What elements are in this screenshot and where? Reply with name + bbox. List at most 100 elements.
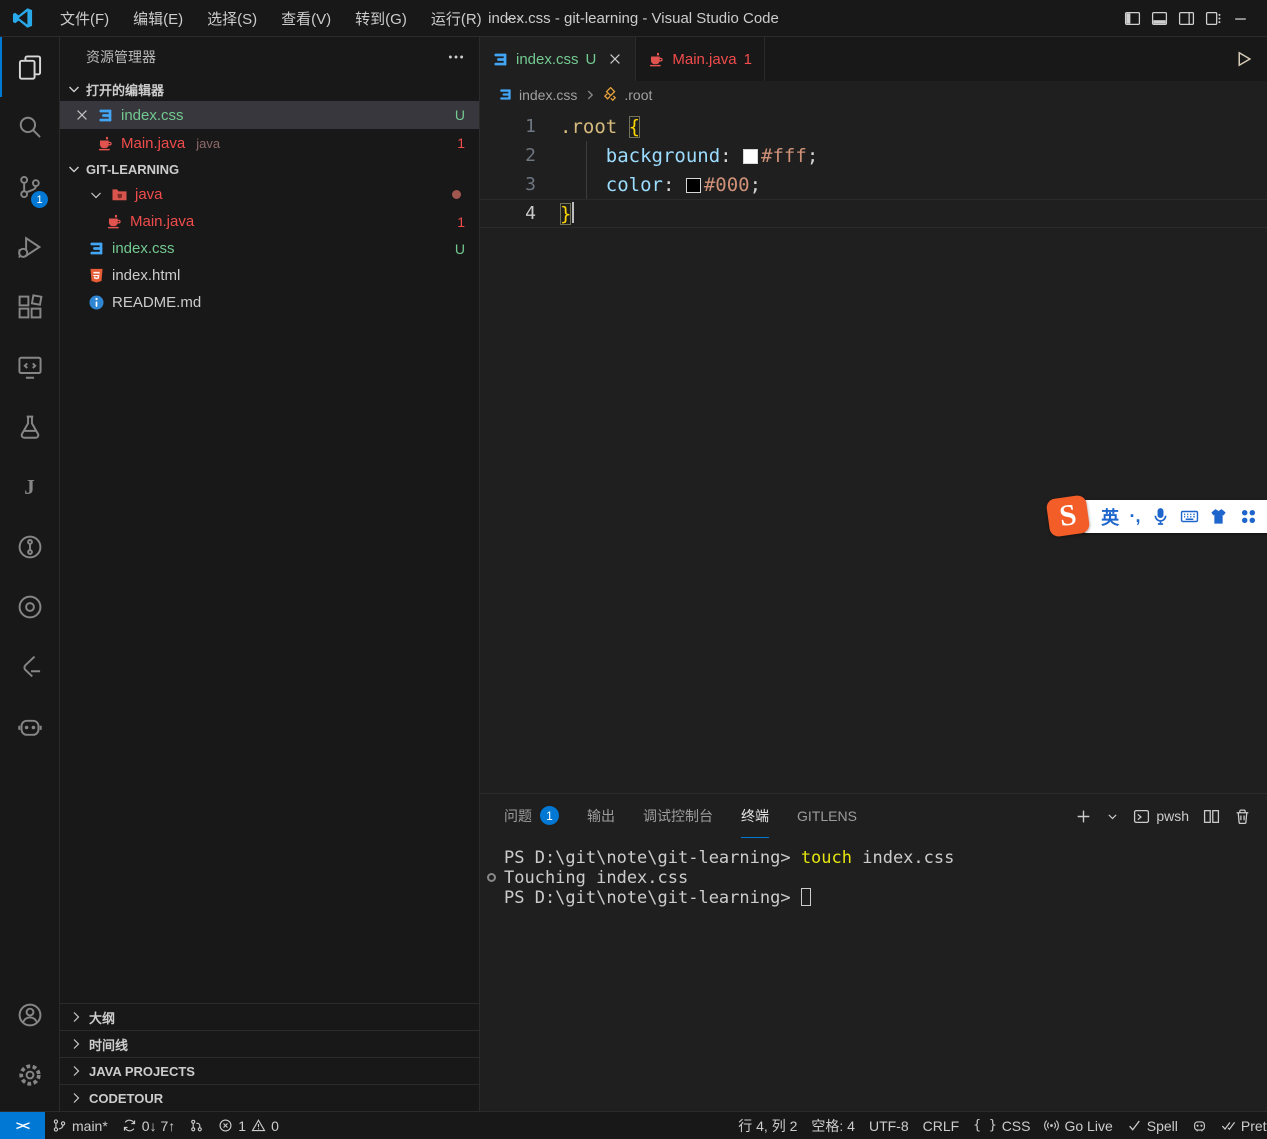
layout-panel-icon[interactable] [1151,10,1168,27]
activity-item-extensions[interactable] [0,277,59,337]
toolbox-icon[interactable] [1239,507,1258,526]
activity-item-settings[interactable] [0,1045,59,1105]
open-editor-Main.java[interactable]: Main.javajava1 [60,129,479,157]
activity-item-codetour[interactable] [0,577,59,637]
file-suffix: java [196,136,220,151]
line-number: 2 [480,145,560,166]
menu-bar: 文件(F)编辑(E)选择(S)查看(V)转到(G)运行(R)··· [48,0,533,36]
menu-item-4[interactable]: 转到(G) [343,0,419,36]
activity-item-testing[interactable] [0,397,59,457]
remote-indicator[interactable]: >< [0,1112,45,1139]
sidebar-section-CODETOUR[interactable]: CODETOUR [60,1084,479,1111]
mic-icon[interactable] [1151,507,1170,526]
open-editor-index.css[interactable]: index.cssU [60,101,479,129]
menu-item-0[interactable]: 文件(F) [48,0,121,36]
go-live-item[interactable]: Go Live [1037,1118,1119,1134]
editor-tab-bar: index.cssUMain.java1 [480,37,1267,81]
chevron-down-icon[interactable] [1106,810,1119,823]
activity-item-leetcode[interactable] [0,637,59,697]
tree-item-java[interactable]: java [60,181,479,208]
panel-tab-GITLENS[interactable]: GITLENS [797,794,857,838]
ime-language-mode[interactable]: 英 [1101,504,1119,530]
panel-tab-输出[interactable]: 输出 [587,794,615,838]
warning-icon [251,1118,266,1133]
code-text: } [560,202,574,225]
activity-item-search[interactable] [0,97,59,157]
sidebar-section-时间线[interactable]: 时间线 [60,1030,479,1057]
add-terminal-icon[interactable] [1075,808,1092,825]
breadcrumb-item-file[interactable]: index.css [519,87,577,103]
minimize-icon[interactable] [1232,10,1249,27]
chevron-right-icon [583,88,597,102]
language-mode-item[interactable]: { } CSS [966,1118,1037,1134]
terminal-output[interactable]: PS D:\git\note\git-learning> touch index… [480,838,1267,1111]
activity-item-java-projects[interactable]: J [0,457,59,517]
tree-item-index.css[interactable]: index.cssU [60,235,479,262]
prettier-item[interactable]: Prettier [1214,1118,1267,1134]
editor-tab-index.css[interactable]: index.cssU [480,37,636,81]
activity-item-ai-assistant[interactable] [0,697,59,757]
layout-customize-icon[interactable] [1205,10,1222,27]
code-line-4[interactable]: 4} [480,199,1267,228]
code-line-2[interactable]: 2 background: #fff; [480,141,1267,170]
code-editor[interactable]: 1.root {2 background: #fff;3 color: #000… [480,108,1267,793]
git-sync-item[interactable]: 0↓ 7↑ [115,1112,182,1139]
code-line-1[interactable]: 1.root { [480,112,1267,141]
git-graph-item[interactable] [182,1112,211,1139]
activity-item-source-control[interactable]: 1 [0,157,59,217]
color-swatch[interactable] [686,178,701,193]
tree-item-Main.java[interactable]: Main.java1 [60,208,479,235]
menu-item-5[interactable]: 运行(R) [419,0,494,36]
tree-item-index.html[interactable]: index.html [60,262,479,289]
panel-tab-label: 输出 [587,806,615,826]
command-decoration-icon[interactable] [487,873,496,882]
panel-tab-调试控制台[interactable]: 调试控制台 [643,794,713,838]
problems-count-badge: 1 [540,806,559,825]
panel-tab-问题[interactable]: 问题1 [504,794,559,838]
eol-item[interactable]: CRLF [916,1118,967,1134]
color-swatch[interactable] [743,149,758,164]
title-bar: 文件(F)编辑(E)选择(S)查看(V)转到(G)运行(R)··· index.… [0,0,1267,37]
activity-item-explorer[interactable] [0,37,59,97]
skin-icon[interactable] [1209,507,1228,526]
ai-status-item[interactable] [1185,1118,1214,1133]
ime-toolbar: 英 ·, S [1048,497,1267,535]
problems-item[interactable]: 1 0 [211,1112,286,1139]
menu-item-1[interactable]: 编辑(E) [121,0,195,36]
trash-icon[interactable] [1234,808,1251,825]
window-controls [1124,10,1267,27]
editor-tab-Main.java[interactable]: Main.java1 [636,37,765,81]
panel-tab-终端[interactable]: 终端 [741,794,769,838]
keyboard-icon[interactable] [1180,507,1199,526]
code-line-3[interactable]: 3 color: #000; [480,170,1267,199]
symbol-class-icon [603,87,618,102]
open-editors-header[interactable]: 打开的编辑器 [60,77,479,101]
record-icon [17,594,43,620]
run-button[interactable] [1233,49,1253,69]
cursor-position-item[interactable]: 行 4, 列 2 [731,1116,804,1136]
menu-item-3[interactable]: 查看(V) [269,0,343,36]
more-actions-icon[interactable] [447,48,465,66]
menu-item-2[interactable]: 选择(S) [195,0,269,36]
split-terminal-icon[interactable] [1203,808,1220,825]
layout-secondary-icon[interactable] [1178,10,1195,27]
sidebar-section-大纲[interactable]: 大纲 [60,1003,479,1030]
indentation-item[interactable]: 空格: 4 [804,1116,862,1136]
terminal-instance-selector[interactable]: pwsh [1133,808,1189,825]
spell-checker-item[interactable]: Spell [1120,1118,1185,1134]
sidebar-section-JAVA PROJECTS[interactable]: JAVA PROJECTS [60,1057,479,1084]
git-branch-item[interactable]: main* [45,1112,115,1139]
code-text: color: #000; [560,174,761,196]
sogou-logo[interactable]: S [1046,494,1091,537]
breadcrumb-item-symbol[interactable]: .root [624,87,652,103]
activity-item-gitlens[interactable] [0,517,59,577]
debug-icon [17,234,43,260]
layout-sidebar-icon[interactable] [1124,10,1141,27]
activity-item-remote-explorer[interactable] [0,337,59,397]
encoding-item[interactable]: UTF-8 [862,1118,916,1134]
ime-punctuation[interactable]: ·, [1129,506,1140,527]
activity-item-accounts[interactable] [0,985,59,1045]
tree-item-README.md[interactable]: README.md [60,289,479,316]
project-section-header[interactable]: GIT-LEARNING [60,157,479,181]
activity-item-run-debug[interactable] [0,217,59,277]
